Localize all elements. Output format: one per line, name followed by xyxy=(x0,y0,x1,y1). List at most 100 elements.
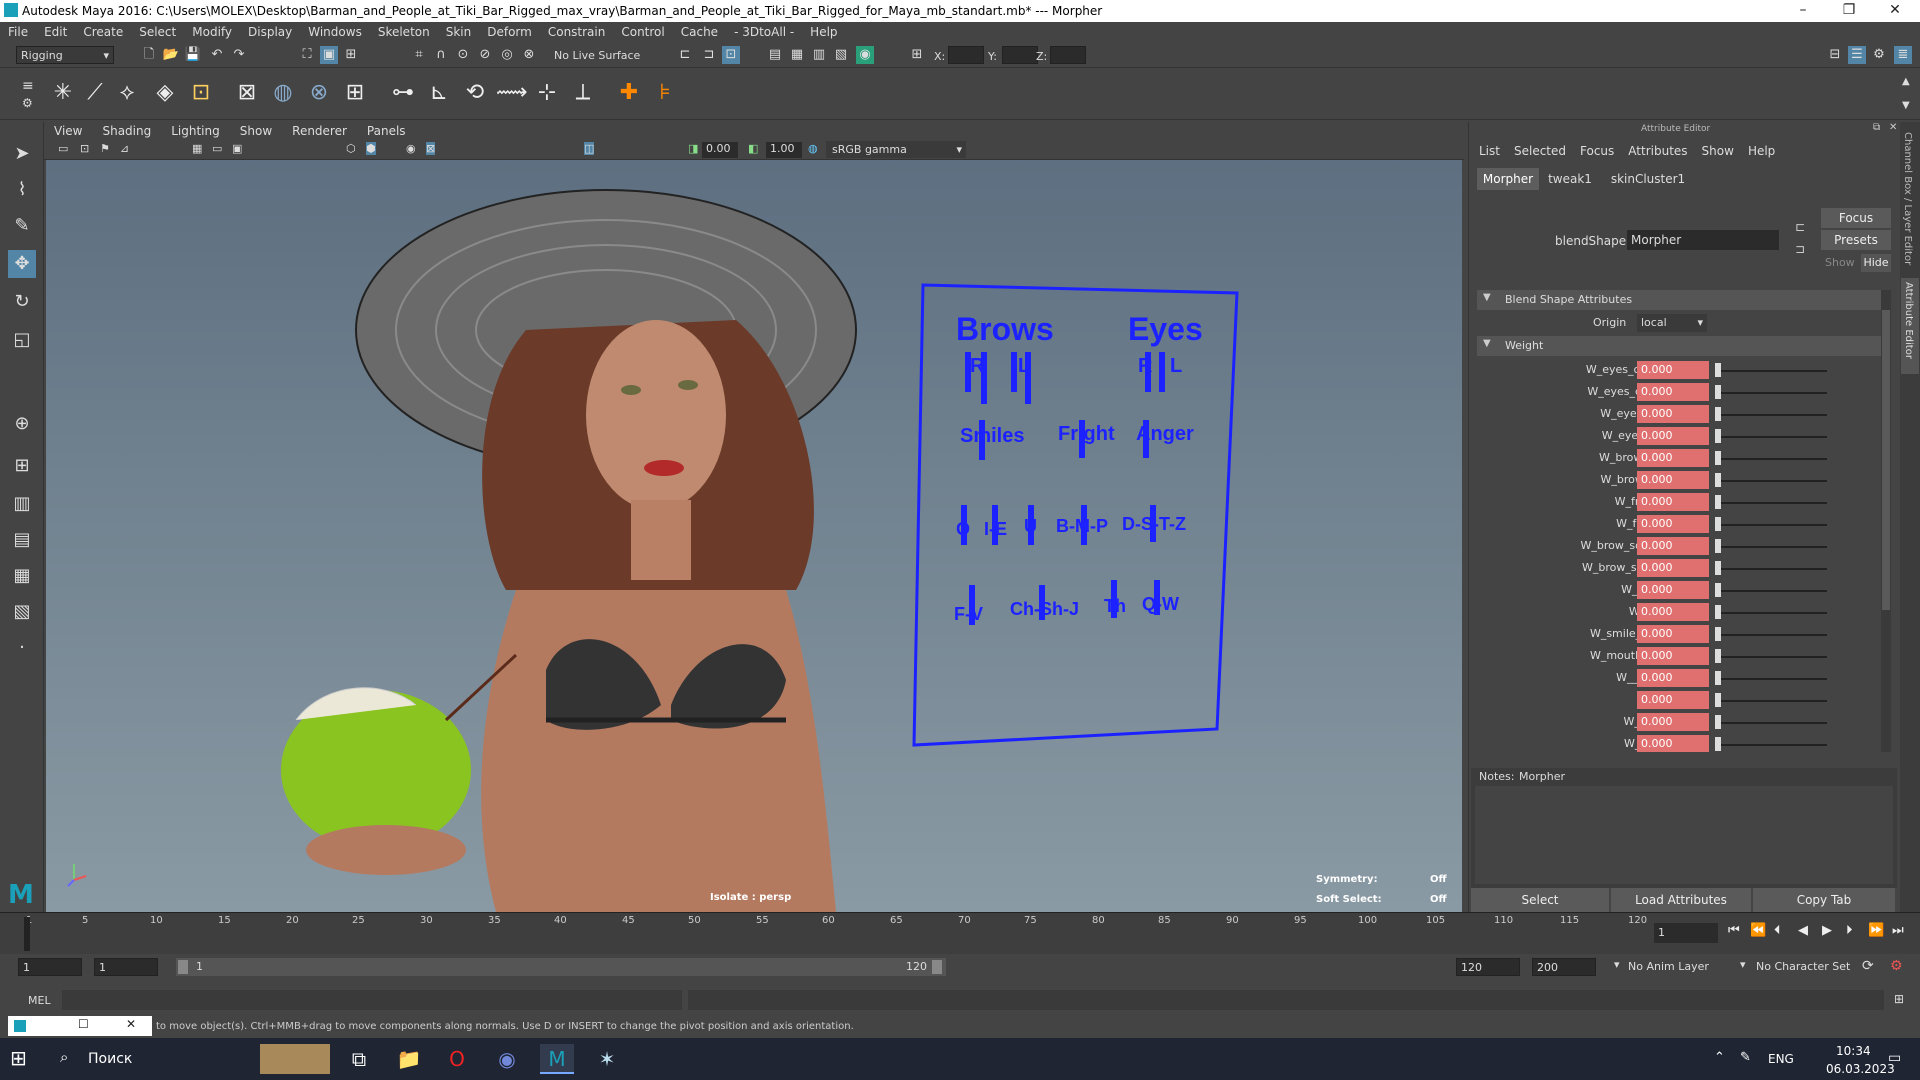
snap-curve-icon[interactable]: ∩ xyxy=(432,46,450,64)
end-time-field[interactable]: 200 xyxy=(1532,958,1596,976)
shelf-settings-icon[interactable]: ⚙ xyxy=(22,96,33,110)
discord-icon[interactable]: ◉ xyxy=(490,1044,524,1074)
weight-field[interactable]: 0.000 xyxy=(1637,559,1709,577)
menu-constrain[interactable]: Constrain xyxy=(540,25,614,39)
weight-slider[interactable] xyxy=(1717,480,1827,482)
weight-field[interactable]: 0.000 xyxy=(1637,427,1709,445)
snap-point-icon[interactable]: ⊙ xyxy=(454,46,472,64)
section-weight[interactable]: ▼ Weight xyxy=(1477,336,1887,356)
go-to-end-icon[interactable]: ⏭ xyxy=(1892,923,1904,938)
weight-field[interactable]: 0.000 xyxy=(1637,449,1709,467)
goto-output-icon[interactable]: ⊐ xyxy=(1795,242,1805,256)
point-constraint-icon[interactable]: ⊾ xyxy=(424,78,454,108)
play-forward-icon[interactable]: ▶ xyxy=(1822,923,1832,938)
script-language-label[interactable]: MEL xyxy=(28,994,51,1007)
shelf-tab-toggle-icon[interactable]: ≡ xyxy=(22,78,34,94)
clock-date[interactable]: 06.03.2023 xyxy=(1826,1062,1895,1076)
show-button[interactable]: Show xyxy=(1825,256,1855,269)
weight-slider[interactable] xyxy=(1717,458,1827,460)
redo-icon[interactable]: ↷ xyxy=(230,46,248,64)
pole-vector-icon[interactable]: ⊹ xyxy=(532,78,562,108)
copy-tab-button[interactable]: Copy Tab xyxy=(1753,888,1895,912)
character-set-dropdown[interactable]: ▾ No Character Set xyxy=(1740,958,1870,976)
ae-menu-help[interactable]: Help xyxy=(1748,144,1775,158)
scrollbar-thumb[interactable] xyxy=(1882,310,1890,610)
select-button[interactable]: Select xyxy=(1471,888,1609,912)
paint-weights-icon[interactable]: ◍ xyxy=(268,78,298,108)
joint-tool-icon[interactable]: ✳ xyxy=(48,78,78,108)
slider-handle[interactable] xyxy=(1715,407,1721,421)
shelf-scroll-up-icon[interactable]: ▲ xyxy=(1902,76,1910,87)
weight-field[interactable]: 0.000 xyxy=(1637,625,1709,643)
go-to-start-icon[interactable]: ⏮ xyxy=(1728,923,1740,938)
play-back-icon[interactable]: ◀ xyxy=(1798,923,1808,938)
vp-menu-shading[interactable]: Shading xyxy=(92,122,161,140)
shelf-scroll-down-icon[interactable]: ▼ xyxy=(1902,100,1910,111)
menu-edit[interactable]: Edit xyxy=(36,25,75,39)
slider-handle[interactable] xyxy=(1715,693,1721,707)
weight-field[interactable]: 0.000 xyxy=(1637,471,1709,489)
weight-field[interactable]: 0.000 xyxy=(1637,581,1709,599)
ae-menu-selected[interactable]: Selected xyxy=(1514,144,1566,158)
side-tab-attribute-editor[interactable]: Attribute Editor xyxy=(1901,278,1919,374)
weight-field[interactable]: 0.000 xyxy=(1637,647,1709,665)
hide-button[interactable]: Hide xyxy=(1861,254,1891,272)
auto-key-icon[interactable]: ⟳ xyxy=(1862,958,1874,974)
menu-skeleton[interactable]: Skeleton xyxy=(370,25,438,39)
weight-slider[interactable] xyxy=(1717,370,1827,372)
weight-slider[interactable] xyxy=(1717,678,1827,680)
render-settings-icon[interactable]: ▧ xyxy=(832,46,850,64)
floating-window-titlebar[interactable]: ☐ ✕ xyxy=(8,1016,152,1036)
step-forward-key-icon[interactable]: ⏩ xyxy=(1868,923,1884,938)
weight-slider[interactable] xyxy=(1717,502,1827,504)
paint-select-icon[interactable]: ✎ xyxy=(8,212,36,240)
blendshape-field[interactable]: Morpher xyxy=(1627,230,1779,250)
weight-field[interactable]: 0.000 xyxy=(1637,603,1709,621)
slider-handle[interactable] xyxy=(1715,649,1721,663)
select-hierarchy-icon[interactable]: ⛶ xyxy=(298,46,316,64)
modeling-toolkit-icon[interactable]: ⊟ xyxy=(1826,46,1844,64)
ae-menu-attributes[interactable]: Attributes xyxy=(1628,144,1687,158)
menu-modify[interactable]: Modify xyxy=(184,25,240,39)
z-field[interactable] xyxy=(1050,46,1086,64)
menu-create[interactable]: Create xyxy=(75,25,131,39)
menu-deform[interactable]: Deform xyxy=(479,25,540,39)
ik-spline-icon[interactable]: ⟡ xyxy=(112,78,142,108)
taskbar-search[interactable]: ⌕ Поиск xyxy=(50,1044,330,1074)
pen-icon[interactable]: ✎ xyxy=(1740,1050,1751,1065)
minimize-icon[interactable]: – xyxy=(1780,0,1826,22)
camera-attributes-icon[interactable]: ⊡ xyxy=(80,142,89,155)
attribute-editor-toggle-icon[interactable]: ☰ xyxy=(1848,46,1866,64)
weight-field[interactable]: 0.000 xyxy=(1637,691,1709,709)
render-view-icon[interactable]: ▤ xyxy=(766,46,784,64)
weight-field[interactable]: 0.000 xyxy=(1637,713,1709,731)
exposure-icon[interactable]: ◨ xyxy=(688,142,698,155)
weight-slider[interactable] xyxy=(1717,612,1827,614)
scale-constraint-icon[interactable]: ⟂ xyxy=(568,78,598,108)
notifications-icon[interactable]: ▭ xyxy=(1888,1050,1901,1066)
weight-slider[interactable] xyxy=(1717,700,1827,702)
parent-constraint-icon[interactable]: ⊶ xyxy=(388,78,418,108)
current-time-marker[interactable] xyxy=(24,917,30,951)
ae-scrollbar[interactable] xyxy=(1881,290,1891,752)
maya-taskbar-icon[interactable]: M xyxy=(540,1044,574,1074)
weight-field[interactable]: 0.000 xyxy=(1637,515,1709,533)
locator-icon[interactable]: ✚ xyxy=(614,78,644,108)
step-back-key-icon[interactable]: ⏪ xyxy=(1750,923,1766,938)
weight-field[interactable]: 0.000 xyxy=(1637,383,1709,401)
snap-grid-icon[interactable]: ⌗ xyxy=(410,46,428,64)
save-scene-icon[interactable]: 💾 xyxy=(184,46,202,64)
step-back-frame-icon[interactable]: ⏴ xyxy=(1774,923,1781,938)
snap-live-icon[interactable]: ⊗ xyxy=(520,46,538,64)
aim-constraint-icon[interactable]: ⟿ xyxy=(496,78,528,108)
slider-handle[interactable] xyxy=(1715,715,1721,729)
playback-start-field[interactable]: 1 xyxy=(94,958,158,976)
bookmark-icon[interactable]: ⚑ xyxy=(100,142,110,155)
anim-layer-dropdown[interactable]: ▾ No Anim Layer xyxy=(1614,958,1744,976)
lattice-icon[interactable]: ⊗ xyxy=(304,78,334,108)
camera-select-icon[interactable]: ▭ xyxy=(58,142,68,155)
slider-handle[interactable] xyxy=(1715,385,1721,399)
select-component-icon[interactable]: ⊞ xyxy=(342,46,360,64)
hypershade-icon[interactable]: ◉ xyxy=(856,46,874,64)
menu-skin[interactable]: Skin xyxy=(438,25,480,39)
